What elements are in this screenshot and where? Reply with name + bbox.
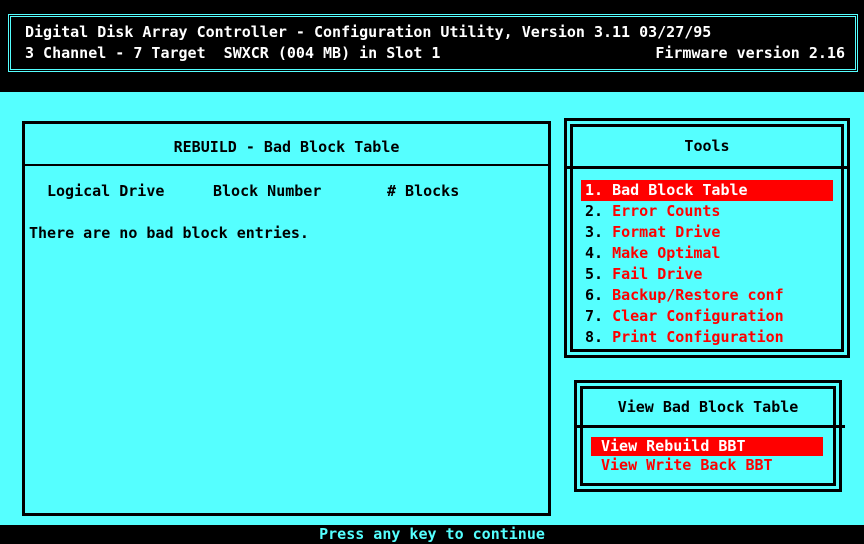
tools-menu-item[interactable]: 1. Bad Block Table xyxy=(581,180,833,201)
tools-menu-item[interactable]: 2. Error Counts xyxy=(581,201,833,222)
menu-item-number: 2. xyxy=(585,202,604,220)
header-frame: Digital Disk Array Controller - Configur… xyxy=(8,14,858,72)
menu-item-number: 8. xyxy=(585,328,604,346)
firmware-version: Firmware version 2.16 xyxy=(655,44,845,62)
tools-menu-item[interactable]: 3. Format Drive xyxy=(581,222,833,243)
tools-title: Tools xyxy=(684,137,730,155)
rebuild-panel-title: REBUILD - Bad Block Table xyxy=(173,138,400,156)
rebuild-bad-block-panel: REBUILD - Bad Block Table Logical Drive … xyxy=(22,121,551,516)
tools-menu-item[interactable]: 5. Fail Drive xyxy=(581,264,833,285)
view-bbt-title: View Bad Block Table xyxy=(617,398,799,416)
view-bbt-menu-item[interactable]: View Write Back BBT xyxy=(591,456,823,475)
menu-item-label: Error Counts xyxy=(612,202,721,220)
controller-info: 3 Channel - 7 Target SWXCR (004 MB) in S… xyxy=(25,44,441,62)
view-bbt-menu-item[interactable]: View Rebuild BBT xyxy=(591,437,823,456)
panel-divider xyxy=(25,164,548,166)
menu-item-label: Print Configuration xyxy=(612,328,784,346)
menu-item-number: 3. xyxy=(585,223,604,241)
menu-item-label: Fail Drive xyxy=(612,265,703,283)
view-bbt-divider xyxy=(577,425,845,428)
menu-item-number: 1. xyxy=(585,181,604,199)
menu-item-number: 5. xyxy=(585,265,604,283)
menu-item-label: Make Optimal xyxy=(612,244,721,262)
header-bar: Digital Disk Array Controller - Configur… xyxy=(0,0,864,92)
menu-item-label: Bad Block Table xyxy=(612,181,748,199)
menu-item-number: 7. xyxy=(585,307,604,325)
no-entries-message: There are no bad block entries. xyxy=(29,224,309,242)
menu-item-label: Clear Configuration xyxy=(612,307,784,325)
tools-panel: Tools 1. Bad Block Table 2. Error Counts 3… xyxy=(564,118,850,358)
view-bbt-panel: View Bad Block Table View Rebuild BBT Vie… xyxy=(574,380,845,492)
tools-menu: 1. Bad Block Table 2. Error Counts 3. Form… xyxy=(581,180,833,348)
view-bbt-menu: View Rebuild BBT View Write Back BBT xyxy=(591,437,823,475)
tools-menu-item[interactable]: 8. Print Configuration xyxy=(581,327,833,348)
tools-menu-item[interactable]: 6. Backup/Restore conf xyxy=(581,285,833,306)
app-title: Digital Disk Array Controller - Configur… xyxy=(25,23,712,41)
menu-item-label: Backup/Restore conf xyxy=(612,286,784,304)
column-block-number: Block Number xyxy=(213,182,322,200)
column-blocks: # Blocks xyxy=(387,182,460,200)
status-bar: Press any key to continue xyxy=(0,525,864,544)
column-logical-drive: Logical Drive xyxy=(47,182,165,200)
menu-item-label: Format Drive xyxy=(612,223,721,241)
tools-divider xyxy=(567,166,847,169)
menu-item-number: 4. xyxy=(585,244,604,262)
menu-item-number: 6. xyxy=(585,286,604,304)
tools-menu-item[interactable]: 7. Clear Configuration xyxy=(581,306,833,327)
tools-menu-item[interactable]: 4. Make Optimal xyxy=(581,243,833,264)
